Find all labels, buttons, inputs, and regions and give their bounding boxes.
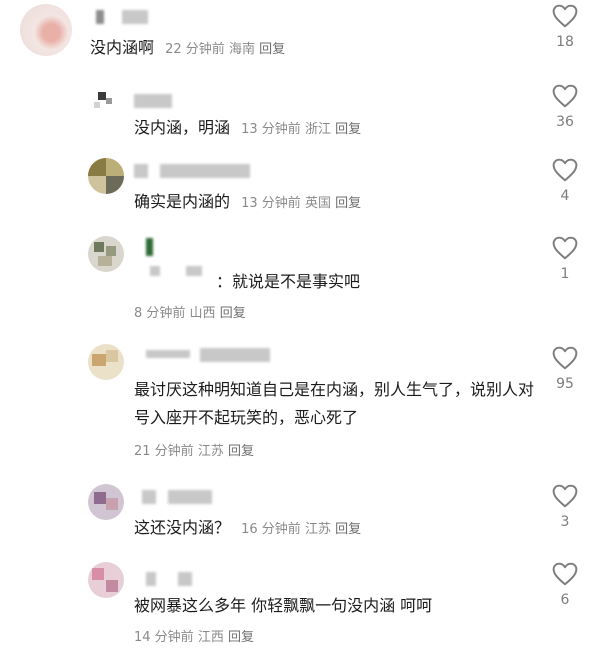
avatar[interactable] (88, 344, 124, 380)
heart-outline-icon (552, 484, 578, 508)
comment-time: 13 分钟前 (241, 196, 301, 211)
comment-time: 16 分钟前 (241, 522, 301, 537)
comment-body: 没内涵，明涵 (134, 118, 231, 137)
heart-outline-icon (552, 346, 578, 370)
comment-body: ：就说是不是事实吧 (216, 272, 361, 291)
avatar[interactable] (88, 236, 124, 272)
comment-location: 海南 (228, 42, 255, 57)
comment-location: 江苏 (304, 522, 331, 537)
comment-4: ：就说是不是事实吧 8 分钟前 山西 回复 1 (0, 236, 600, 326)
comment-location: 英国 (304, 196, 331, 211)
comment-3: 确实是内涵的 13 分钟前 英国 回复 4 (0, 158, 600, 228)
avatar[interactable] (88, 484, 124, 520)
comment-time: 14 分钟前 (134, 630, 194, 645)
comment-meta: 22 分钟前 海南 回复 (165, 42, 285, 57)
comment-1: 没内涵啊 22 分钟前 海南 回复 18 (0, 0, 600, 70)
username-blurred[interactable] (122, 10, 148, 24)
like-button[interactable]: 4 (545, 158, 585, 204)
avatar[interactable] (88, 84, 124, 120)
like-button[interactable]: 36 (545, 84, 585, 130)
username-blurred[interactable] (146, 238, 153, 256)
comment-2: 没内涵，明涵 13 分钟前 浙江 回复 36 (0, 84, 600, 154)
comment-text: 确实是内涵的 13 分钟前 英国 回复 (134, 190, 361, 216)
reply-button[interactable]: 回复 (228, 444, 254, 459)
reply-button[interactable]: 回复 (335, 196, 361, 211)
username-blurred[interactable] (160, 164, 250, 178)
like-count: 95 (556, 376, 574, 392)
comment-text: 被网暴这么多年 你轻飘飘一句没内涵 呵呵 (134, 594, 432, 618)
username-blurred[interactable] (178, 572, 192, 586)
comment-7: 被网暴这么多年 你轻飘飘一句没内涵 呵呵 14 分钟前 江西 回复 6 (0, 562, 600, 650)
heart-outline-icon (552, 4, 578, 28)
comment-6: 这还没内涵？ 16 分钟前 江苏 回复 3 (0, 484, 600, 554)
comment-text: 没内涵，明涵 13 分钟前 浙江 回复 (134, 116, 361, 142)
reply-button[interactable]: 回复 (228, 630, 254, 645)
username-blurred[interactable] (142, 490, 156, 504)
comment-location: 江苏 (197, 444, 224, 459)
heart-outline-icon (552, 236, 578, 260)
like-count: 3 (560, 514, 570, 530)
like-count: 18 (556, 34, 574, 50)
comment-meta: 13 分钟前 英国 回复 (241, 196, 361, 211)
heart-outline-icon (552, 84, 578, 108)
avatar[interactable] (88, 562, 124, 598)
reply-button[interactable]: 回复 (335, 122, 361, 137)
avatar[interactable] (20, 4, 72, 56)
comment-body: 最讨厌这种明知道自己是在内涵，别人生气了，说别人对号入座开不起玩笑的，恶心死了 (134, 380, 535, 427)
username-blurred[interactable] (200, 348, 270, 362)
comment-time: 13 分钟前 (241, 122, 301, 137)
comment-meta: 13 分钟前 浙江 回复 (241, 122, 361, 137)
comment-text: 最讨厌这种明知道自己是在内涵，别人生气了，说别人对号入座开不起玩笑的，恶心死了 (134, 376, 534, 432)
reply-button[interactable]: 回复 (220, 306, 246, 321)
username-blurred[interactable] (146, 350, 190, 358)
username-blurred[interactable] (150, 266, 160, 276)
heart-outline-icon (552, 158, 578, 182)
comment-5: 最讨厌这种明知道自己是在内涵，别人生气了，说别人对号入座开不起玩笑的，恶心死了 … (0, 344, 600, 470)
like-count: 4 (560, 188, 570, 204)
comment-time: 8 分钟前 (134, 306, 186, 321)
comment-location: 浙江 (304, 122, 331, 137)
heart-outline-icon (552, 562, 578, 586)
reply-button[interactable]: 回复 (259, 42, 285, 57)
username-blurred[interactable] (186, 266, 202, 276)
username-blurred[interactable] (168, 490, 212, 504)
like-button[interactable]: 6 (545, 562, 585, 608)
comment-time: 22 分钟前 (165, 42, 225, 57)
comment-location: 山西 (189, 306, 216, 321)
comment-meta: 21 分钟前 江苏 回复 (134, 440, 254, 459)
comment-location: 江西 (197, 630, 224, 645)
like-count: 6 (560, 592, 570, 608)
username-blurred[interactable] (96, 10, 104, 24)
username-blurred[interactable] (146, 572, 156, 586)
comment-time: 21 分钟前 (134, 444, 194, 459)
like-button[interactable]: 3 (545, 484, 585, 530)
comment-body: 确实是内涵的 (134, 192, 231, 211)
like-count: 1 (560, 266, 570, 282)
comment-body: 这还没内涵？ (134, 518, 231, 537)
like-count: 36 (556, 114, 574, 130)
comment-meta: 8 分钟前 山西 回复 (134, 302, 246, 321)
comment-meta: 14 分钟前 江西 回复 (134, 626, 254, 645)
comment-body: 被网暴这么多年 你轻飘飘一句没内涵 呵呵 (134, 596, 433, 615)
like-button[interactable]: 95 (545, 346, 585, 392)
comment-text: 这还没内涵？ 16 分钟前 江苏 回复 (134, 516, 361, 542)
like-button[interactable]: 1 (545, 236, 585, 282)
like-button[interactable]: 18 (545, 4, 585, 50)
comment-body: 没内涵啊 (90, 38, 155, 57)
username-blurred[interactable] (134, 164, 148, 178)
avatar[interactable] (88, 158, 124, 194)
comment-text: ：就说是不是事实吧 (216, 270, 360, 294)
username-blurred[interactable] (134, 94, 172, 108)
reply-button[interactable]: 回复 (335, 522, 361, 537)
comment-meta: 16 分钟前 江苏 回复 (241, 522, 361, 537)
comment-text: 没内涵啊 22 分钟前 海南 回复 (90, 36, 285, 62)
